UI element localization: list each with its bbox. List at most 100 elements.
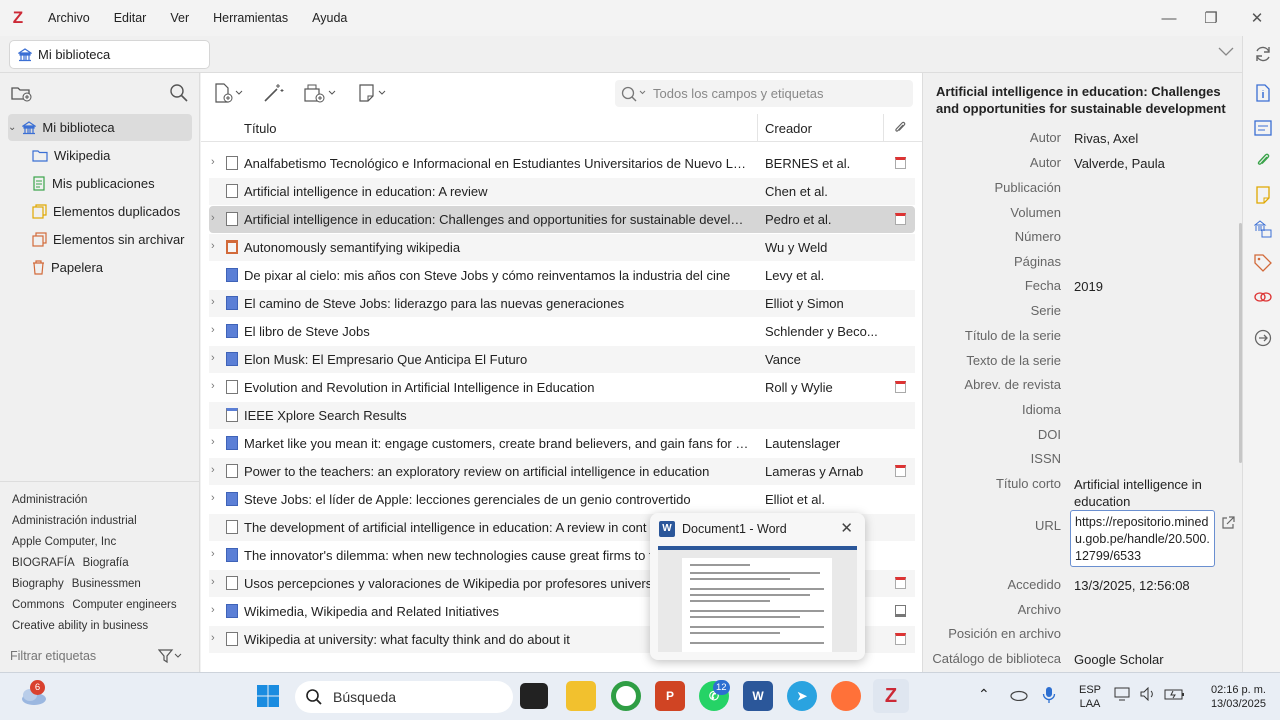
show-hidden-icons-chevron-icon[interactable]: ⌃ [978, 687, 990, 701]
menu-editar[interactable]: Editar [102, 11, 159, 25]
expand-chevron-icon[interactable]: › [211, 548, 223, 560]
collection-mis-publicaciones[interactable]: Mis publicaciones [8, 170, 192, 197]
tag[interactable]: Biography [12, 578, 64, 590]
onedrive-icon[interactable] [1008, 687, 1028, 705]
close-icon[interactable]: ✕ [840, 519, 853, 537]
field-value[interactable]: 2019 [1074, 278, 1224, 295]
menu-herramientas[interactable]: Herramientas [201, 11, 300, 25]
minimize-button[interactable]: — [1146, 0, 1192, 36]
menu-ver[interactable]: Ver [158, 11, 201, 25]
tab-mi-biblioteca[interactable]: Mi biblioteca [9, 40, 210, 69]
tag-filter-input[interactable] [6, 644, 152, 668]
word-taskbar-icon[interactable]: W [743, 681, 773, 711]
expand-chevron-icon[interactable]: › [211, 212, 223, 224]
collection-elementos-sin-archivar[interactable]: Elementos sin archivar [8, 226, 192, 253]
table-row[interactable]: › Elon Musk: El Empresario Que Anticipa E… [209, 346, 915, 373]
field-value[interactable]: Valverde, Paula [1074, 155, 1224, 172]
magic-wand-icon[interactable] [263, 83, 285, 103]
pdf-attachment-icon[interactable] [895, 157, 906, 169]
table-row[interactable]: Artificial intelligence in education: A … [209, 178, 915, 205]
expand-chevron-icon[interactable]: › [211, 632, 223, 644]
open-link-icon[interactable] [1221, 516, 1235, 533]
tag[interactable]: Businessmen [72, 578, 141, 590]
abstract-icon[interactable] [1254, 119, 1272, 137]
locate-icon[interactable] [1254, 329, 1272, 347]
collection-elementos-duplicados[interactable]: Elementos duplicados [8, 198, 192, 225]
add-attachment-icon[interactable] [303, 83, 339, 103]
pdf-attachment-icon[interactable] [895, 465, 906, 477]
expand-chevron-icon[interactable]: › [211, 380, 223, 392]
windows-start-icon[interactable] [253, 681, 283, 711]
close-button[interactable]: ✕ [1234, 0, 1280, 36]
table-row[interactable]: De pixar al cielo: mis años con Steve Jo… [209, 262, 915, 289]
pdf-attachment-icon[interactable] [895, 213, 906, 225]
powerpoint-icon[interactable]: P [655, 681, 685, 711]
file-explorer-icon[interactable] [566, 681, 596, 711]
table-row[interactable]: › Evolution and Revolution in Artificial … [209, 374, 915, 401]
tag[interactable]: Apple Computer, Inc [12, 536, 116, 548]
tag[interactable]: Computer engineers [72, 599, 176, 611]
menu-archivo[interactable]: Archivo [36, 11, 102, 25]
filter-icon[interactable] [158, 648, 182, 664]
search-icon[interactable] [169, 83, 189, 103]
info-icon[interactable] [1254, 84, 1272, 102]
table-row[interactable]: › El camino de Steve Jobs: liderazgo para… [209, 290, 915, 317]
expand-chevron-icon[interactable]: › [211, 492, 223, 504]
column-title[interactable]: Título [244, 121, 277, 136]
attachments-icon[interactable] [1254, 151, 1272, 169]
collection-wikipedia[interactable]: Wikipedia [8, 142, 192, 169]
menu-ayuda[interactable]: Ayuda [300, 11, 359, 25]
collection-papelera[interactable]: Papelera [8, 254, 192, 281]
table-row[interactable]: › Autonomously semantifying wikipedia Wu y… [209, 234, 915, 261]
table-row[interactable]: › Analfabetismo Tecnológico e Informacion… [209, 150, 915, 177]
new-note-icon[interactable] [357, 83, 389, 103]
new-item-icon[interactable] [213, 83, 245, 103]
expand-chevron-icon[interactable]: › [211, 156, 223, 168]
clock[interactable]: 02:16 p. m. 13/03/2025 [1194, 683, 1266, 711]
expand-chevron-icon[interactable]: › [211, 464, 223, 476]
notes-icon[interactable] [1254, 186, 1272, 204]
expand-chevron-icon[interactable]: › [211, 604, 223, 616]
related-icon[interactable] [1254, 288, 1272, 306]
column-creator[interactable]: Creador [765, 121, 812, 136]
zotero-taskbar-icon[interactable]: Z [873, 679, 909, 713]
field-value[interactable]: Artificial intelligence in education [1074, 476, 1224, 510]
tag[interactable]: BIOGRAFÍA [12, 557, 75, 569]
search-placeholder[interactable]: Todos los campos y etiquetas [653, 86, 824, 101]
item-title[interactable]: Artificial intelligence in education: Ch… [936, 83, 1236, 117]
volume-icon[interactable] [1140, 686, 1158, 705]
expand-chevron-icon[interactable]: › [211, 240, 223, 252]
tag[interactable]: Administración [12, 494, 87, 506]
collection-mi-biblioteca[interactable]: ⌄ Mi biblioteca [8, 114, 192, 141]
microphone-icon[interactable] [1042, 686, 1056, 708]
language-indicator[interactable]: ESP LAA [1076, 683, 1104, 711]
table-row[interactable]: › El libro de Steve Jobs Schlender y Beco.… [209, 318, 915, 345]
tag[interactable]: Commons [12, 599, 64, 611]
expand-chevron-icon[interactable]: ⌄ [8, 122, 16, 133]
table-row[interactable]: › Power to the teachers: an exploratory r… [209, 458, 915, 485]
items-search-box[interactable]: Todos los campos y etiquetas [615, 80, 913, 107]
field-value[interactable]: Rivas, Axel [1074, 130, 1224, 147]
task-view-icon[interactable] [520, 683, 548, 709]
libraries-collections-icon[interactable] [1254, 220, 1272, 238]
expand-chevron-icon[interactable]: › [211, 352, 223, 364]
field-value[interactable]: 13/3/2025, 12:56:08 [1074, 577, 1224, 594]
search-mode-icon[interactable] [621, 86, 647, 102]
table-row[interactable]: › Market like you mean it: engage custome… [209, 430, 915, 457]
new-collection-icon[interactable] [10, 84, 32, 102]
pdf-attachment-icon[interactable] [895, 381, 906, 393]
tag[interactable]: Administración industrial [12, 515, 137, 527]
attachment-column-paperclip-icon[interactable] [893, 120, 907, 139]
expand-chevron-icon[interactable]: › [211, 296, 223, 308]
firefox-icon[interactable] [831, 681, 861, 711]
pdf-attachment-icon[interactable] [895, 633, 906, 645]
expand-chevron-icon[interactable]: › [211, 324, 223, 336]
table-row[interactable]: IEEE Xplore Search Results [209, 402, 915, 429]
tags-icon[interactable] [1254, 254, 1272, 272]
expand-chevron-icon[interactable]: › [211, 576, 223, 588]
taskbar-search[interactable]: Búsqueda [295, 681, 513, 713]
restore-button[interactable]: ❐ [1188, 0, 1234, 36]
tabs-menu-chevron-icon[interactable] [1218, 44, 1234, 60]
pdf-attachment-icon[interactable] [895, 577, 906, 589]
battery-icon[interactable] [1164, 687, 1186, 705]
